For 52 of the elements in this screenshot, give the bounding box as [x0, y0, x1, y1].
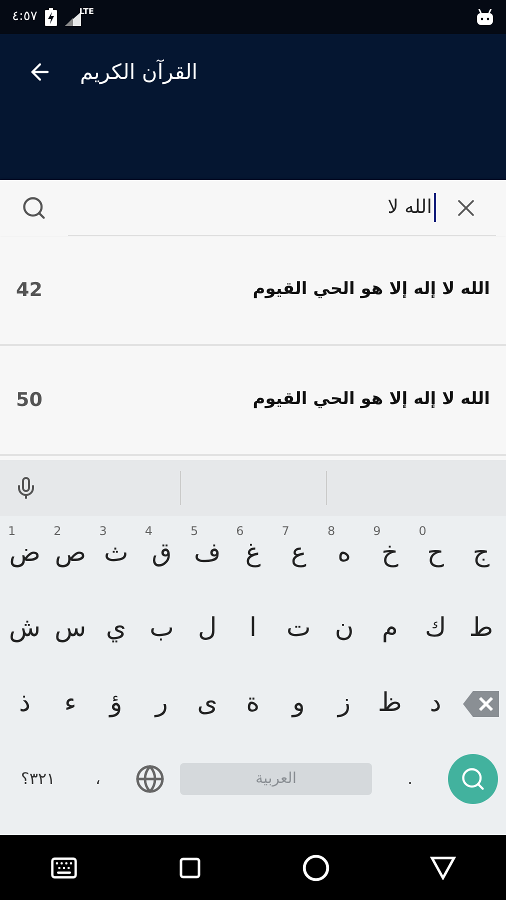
keyboard-key[interactable]: ؤ: [93, 672, 139, 736]
recents-button[interactable]: [178, 856, 202, 880]
key-hint: 1: [8, 522, 16, 540]
search-key[interactable]: [448, 754, 498, 804]
key-hint: 7: [282, 522, 290, 540]
backspace-icon: [463, 690, 500, 716]
key-hint: 6: [236, 522, 244, 540]
android-icon: [476, 9, 494, 25]
app-title: القرآن الكريم: [80, 58, 198, 86]
keyboard-key[interactable]: ز: [321, 672, 368, 736]
key-hint: 2: [54, 522, 62, 540]
verse-text: الله لا إله إلا هو الحي القيوم: [252, 278, 490, 302]
key-hint: 0: [418, 522, 426, 540]
keyboard-key[interactable]: ل: [184, 596, 230, 660]
back-triangle-icon[interactable]: [430, 856, 456, 880]
keyboard-key[interactable]: م: [367, 596, 413, 660]
keyboard-key[interactable]: ذ: [2, 672, 48, 736]
keyboard-key[interactable]: ا: [230, 596, 276, 660]
search-text: الله لا: [388, 193, 436, 222]
key-hint: 8: [327, 522, 336, 540]
keyboard-key[interactable]: ن: [321, 596, 368, 660]
keyboard-key[interactable]: ت: [276, 596, 322, 660]
network-label: LTE: [79, 6, 94, 18]
keyboard-key[interactable]: ط: [458, 596, 504, 660]
home-button[interactable]: [302, 854, 330, 882]
key-hint: 3: [99, 522, 107, 540]
keyboard-key[interactable]: ب: [138, 596, 185, 660]
keyboard-key[interactable]: .: [380, 750, 440, 806]
key-hint: 5: [190, 522, 198, 540]
keyboard-key[interactable]: ر: [138, 672, 185, 736]
keyboard-key[interactable]: س: [48, 596, 94, 660]
keyboard-key[interactable]: و: [276, 672, 322, 736]
keyboard-key[interactable]: ي: [93, 596, 139, 660]
keyboard-key[interactable]: ى: [184, 672, 230, 736]
keyboard-key[interactable]: ظ: [367, 672, 413, 736]
key-hint: 9: [373, 522, 381, 540]
verse-text: الله لا إله إلا هو الحي القيوم: [252, 388, 490, 412]
key-hint: 4: [144, 522, 153, 540]
keyboard-key[interactable]: ج: [458, 522, 504, 586]
keyboard-key[interactable]: ،: [68, 750, 128, 806]
verse-number: 42: [16, 278, 42, 303]
search-icon: [460, 766, 486, 792]
keyboard-key[interactable]: د: [412, 672, 458, 736]
search-field[interactable]: الله لا: [68, 180, 496, 236]
status-time: ٤:٥٧: [12, 8, 38, 26]
battery-charging-icon: [45, 8, 58, 26]
keyboard-key[interactable]: ء: [48, 672, 94, 736]
keyboard-key[interactable]: ٣٢١؟: [8, 750, 68, 806]
keyboard-key[interactable]: ك: [412, 596, 458, 660]
keyboard-key[interactable]: ش: [2, 596, 48, 660]
keyboard-key[interactable]: ة: [230, 672, 276, 736]
verse-number: 50: [16, 388, 42, 413]
